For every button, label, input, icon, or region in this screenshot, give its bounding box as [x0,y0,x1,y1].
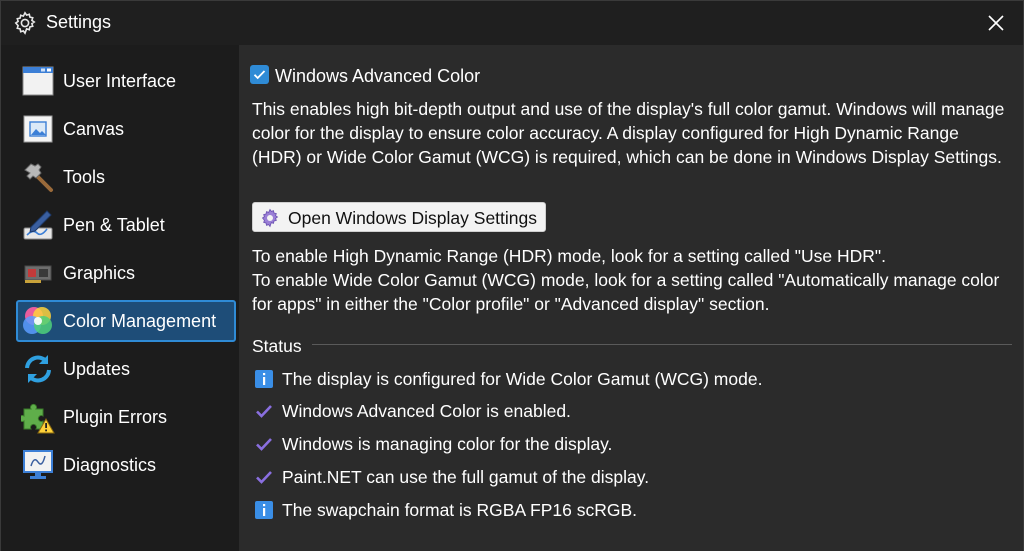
sidebar-item-user-interface[interactable]: User Interface [16,60,236,102]
advanced-color-description: This enables high bit-depth output and u… [252,99,1005,167]
close-button[interactable] [979,7,1013,39]
refresh-icon [25,355,51,383]
sidebar-item-label: Canvas [63,119,125,139]
sidebar-item-graphics[interactable]: Graphics [16,252,236,294]
sidebar-item-label: Pen & Tablet [63,215,165,235]
sidebar-item-diagnostics[interactable]: Diagnostics [16,444,236,486]
status-text: Windows Advanced Color is enabled. [282,401,571,421]
sidebar-item-label: Updates [63,359,131,379]
check-icon [256,471,272,484]
checkmark-icon [253,70,266,80]
color-management-panel: Windows Advanced Color This enables high… [239,45,1023,551]
sidebar-item-pen-tablet[interactable]: Pen & Tablet [16,204,236,246]
hdr-hint: To enable High Dynamic Range (HDR) mode,… [252,246,886,266]
check-icon [256,405,272,418]
settings-window: Settings User Interface Canvas Tools Pen… [0,0,1024,551]
gear-icon [14,11,36,35]
title-bar: Settings [1,1,1023,45]
sidebar-item-label: Graphics [63,263,136,283]
settings-sidebar: User Interface Canvas Tools Pen & Tablet… [1,45,239,551]
sidebar-item-plugin-errors[interactable]: Plugin Errors [16,396,236,438]
image-icon [23,115,53,143]
sidebar-item-tools[interactable]: Tools [16,156,236,198]
sidebar-item-label: Tools [63,167,106,187]
status-heading: Status [252,336,302,356]
window-icon [22,66,54,96]
color-circles-icon [23,307,52,334]
open-display-settings-label: Open Windows Display Settings [288,208,537,228]
status-divider [312,344,1012,345]
window-title: Settings [46,12,112,32]
monitor-diagnostics-icon [23,450,53,479]
status-text: The display is configured for Wide Color… [282,369,763,389]
sidebar-item-label: User Interface [63,71,177,91]
sidebar-item-updates[interactable]: Updates [16,348,236,390]
settings-gear-icon [261,208,279,228]
advanced-color-label[interactable]: Windows Advanced Color [275,66,480,87]
check-icon [256,438,272,451]
sidebar-item-label: Diagnostics [63,455,157,475]
graphics-card-icon [24,265,52,283]
info-icon [255,501,273,519]
puzzle-warning-icon [21,403,55,434]
sidebar-item-label: Color Management [63,311,217,331]
hammer-icon [24,163,53,192]
open-display-settings-button[interactable]: Open Windows Display Settings [252,202,546,232]
status-text: Paint.NET can use the full gamut of the … [282,467,650,487]
info-icon [255,370,273,388]
sidebar-item-color-management[interactable]: Color Management [16,300,236,342]
wcg-hint: To enable Wide Color Gamut (WCG) mode, l… [252,270,1000,314]
pen-tablet-icon [23,210,53,240]
sidebar-item-label: Plugin Errors [63,407,168,427]
advanced-color-checkbox[interactable] [250,65,269,84]
sidebar-item-canvas[interactable]: Canvas [16,108,236,150]
status-text: Windows is managing color for the displa… [282,434,613,454]
status-text: The swapchain format is RGBA FP16 scRGB. [282,500,637,520]
close-icon [988,15,1004,31]
